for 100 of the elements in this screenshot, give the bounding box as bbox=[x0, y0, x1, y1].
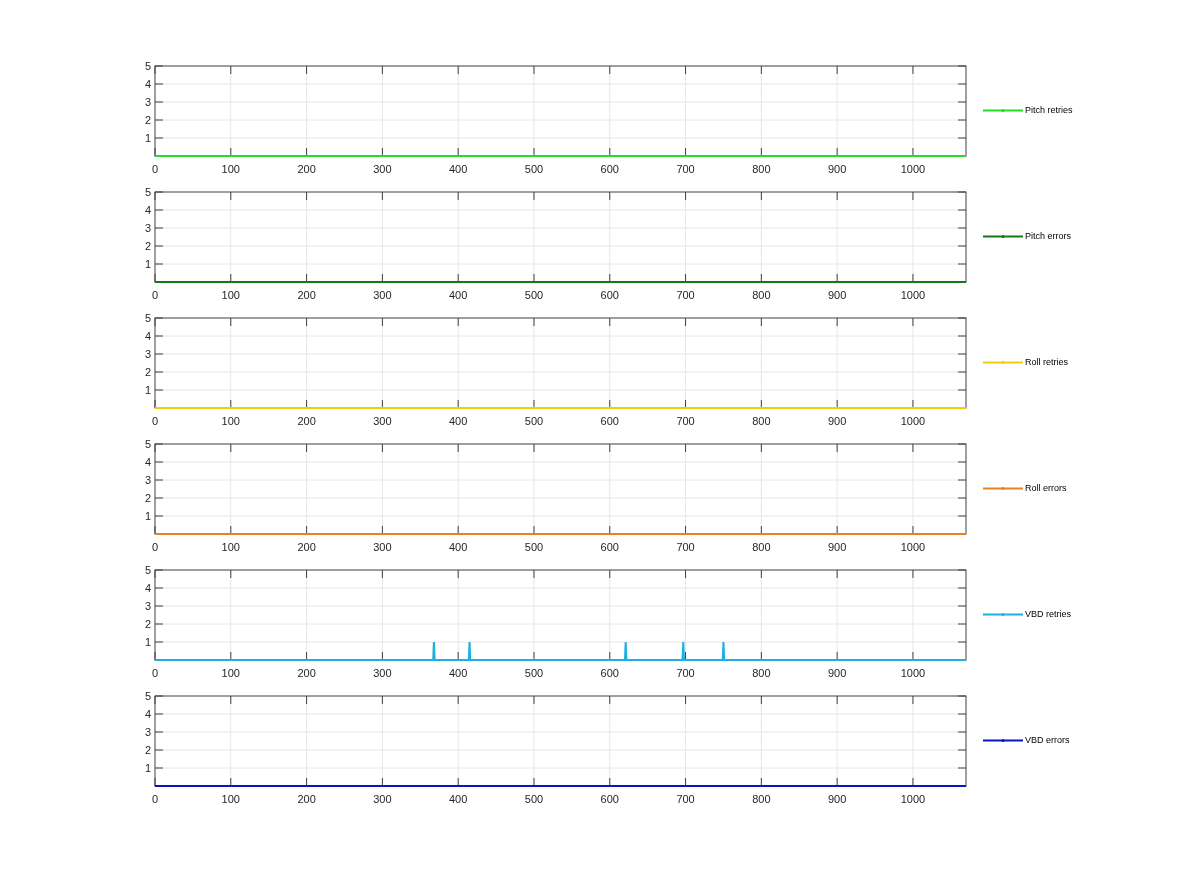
tick-label: 0 bbox=[151, 667, 159, 679]
tick-label: 2 bbox=[144, 618, 151, 630]
tick-label: 100 bbox=[221, 289, 240, 301]
tick-label: 900 bbox=[827, 415, 847, 427]
tick-label: 5 bbox=[144, 312, 151, 324]
tick-label: 300 bbox=[373, 793, 392, 805]
tick-label: 300 bbox=[373, 415, 392, 427]
tick-label: 600 bbox=[600, 667, 619, 679]
tick-label: 5 bbox=[144, 690, 151, 702]
tick-label: 2 bbox=[144, 240, 151, 252]
tick-label: 1000 bbox=[900, 667, 926, 679]
tick-label: 700 bbox=[676, 289, 695, 301]
tick-label: 1000 bbox=[900, 163, 926, 175]
legend-label: Roll retries bbox=[1025, 357, 1068, 367]
legend-label: Roll errors bbox=[1025, 483, 1067, 493]
tick-label: 500 bbox=[524, 667, 544, 679]
tick-label: 0 bbox=[151, 163, 159, 175]
tick-label: 400 bbox=[449, 541, 468, 553]
tick-label: 500 bbox=[524, 289, 544, 301]
tick-label: 200 bbox=[297, 415, 316, 427]
tick-label: 300 bbox=[373, 541, 392, 553]
tick-label: 900 bbox=[827, 289, 847, 301]
tick-label: 1 bbox=[144, 636, 151, 648]
tick-label: 500 bbox=[524, 793, 544, 805]
tick-label: 500 bbox=[524, 415, 544, 427]
tick-label: 600 bbox=[600, 541, 619, 553]
tick-label: 400 bbox=[449, 667, 468, 679]
tick-label: 700 bbox=[676, 415, 695, 427]
tick-label: 3 bbox=[144, 600, 151, 612]
tick-label: 100 bbox=[221, 541, 240, 553]
tick-label: 100 bbox=[221, 415, 240, 427]
tick-label: 0 bbox=[151, 289, 159, 301]
tick-label: 3 bbox=[144, 222, 151, 234]
tick-label: 200 bbox=[297, 667, 316, 679]
tick-label: 800 bbox=[752, 541, 771, 553]
tick-label: 200 bbox=[297, 163, 316, 175]
tick-label: 200 bbox=[297, 289, 316, 301]
tick-label: 200 bbox=[297, 793, 316, 805]
legend-label: Pitch retries bbox=[1025, 105, 1073, 115]
tick-label: 700 bbox=[676, 541, 695, 553]
tick-label: 800 bbox=[752, 289, 771, 301]
tick-label: 300 bbox=[373, 289, 392, 301]
tick-label: 600 bbox=[600, 793, 619, 805]
tick-label: 800 bbox=[752, 667, 771, 679]
tick-label: 100 bbox=[221, 793, 240, 805]
tick-label: 5 bbox=[144, 186, 151, 198]
tick-label: 4 bbox=[144, 330, 151, 342]
tick-label: 800 bbox=[752, 163, 771, 175]
tick-label: 400 bbox=[449, 415, 468, 427]
tick-label: 1 bbox=[144, 384, 151, 396]
tick-label: 5 bbox=[144, 438, 151, 450]
tick-label: 3 bbox=[144, 726, 151, 738]
tick-label: 800 bbox=[752, 793, 771, 805]
tick-label: 0 bbox=[151, 415, 159, 427]
tick-label: 4 bbox=[144, 456, 151, 468]
tick-label: 900 bbox=[827, 667, 847, 679]
tick-label: 1 bbox=[144, 762, 151, 774]
tick-label: 1 bbox=[144, 258, 151, 270]
tick-label: 500 bbox=[524, 541, 544, 553]
tick-label: 400 bbox=[449, 289, 468, 301]
tick-label: 600 bbox=[600, 415, 619, 427]
tick-label: 4 bbox=[144, 78, 151, 90]
tick-label: 900 bbox=[827, 163, 847, 175]
tick-label: 2 bbox=[144, 114, 151, 126]
tick-label: 900 bbox=[827, 793, 847, 805]
tick-label: 800 bbox=[752, 415, 771, 427]
legend-label: Pitch errors bbox=[1025, 231, 1071, 241]
tick-label: 600 bbox=[600, 163, 619, 175]
tick-label: 700 bbox=[676, 793, 695, 805]
tick-label: 600 bbox=[600, 289, 619, 301]
tick-label: 300 bbox=[373, 667, 392, 679]
tick-label: 1000 bbox=[900, 289, 926, 301]
tick-label: 1 bbox=[144, 510, 151, 522]
tick-label: 100 bbox=[221, 667, 240, 679]
tick-label: 1 bbox=[144, 132, 151, 144]
tick-label: 2 bbox=[144, 744, 151, 756]
tick-label: 200 bbox=[297, 541, 316, 553]
tick-label: 300 bbox=[373, 163, 392, 175]
tick-label: 0 bbox=[151, 793, 159, 805]
tick-label: 4 bbox=[144, 204, 151, 216]
tick-label: 100 bbox=[221, 163, 240, 175]
tick-label: 3 bbox=[144, 348, 151, 360]
tick-label: 1000 bbox=[900, 541, 926, 553]
tick-label: 700 bbox=[676, 667, 695, 679]
tick-label: 900 bbox=[827, 541, 847, 553]
tick-label: 4 bbox=[144, 582, 151, 594]
tick-label: 4 bbox=[144, 708, 151, 720]
tick-label: 1000 bbox=[900, 415, 926, 427]
tick-label: 2 bbox=[144, 492, 151, 504]
tick-label: 400 bbox=[449, 793, 468, 805]
tick-label: 700 bbox=[676, 163, 695, 175]
tick-label: 3 bbox=[144, 474, 151, 486]
tick-label: 400 bbox=[449, 163, 468, 175]
tick-label: 3 bbox=[144, 96, 151, 108]
tick-label: 0 bbox=[151, 541, 159, 553]
tick-label: 1000 bbox=[900, 793, 926, 805]
legend-label: VBD errors bbox=[1025, 735, 1070, 745]
tick-label: 5 bbox=[144, 60, 151, 72]
tick-label: 500 bbox=[524, 163, 544, 175]
legend-label: VBD retries bbox=[1025, 609, 1071, 619]
